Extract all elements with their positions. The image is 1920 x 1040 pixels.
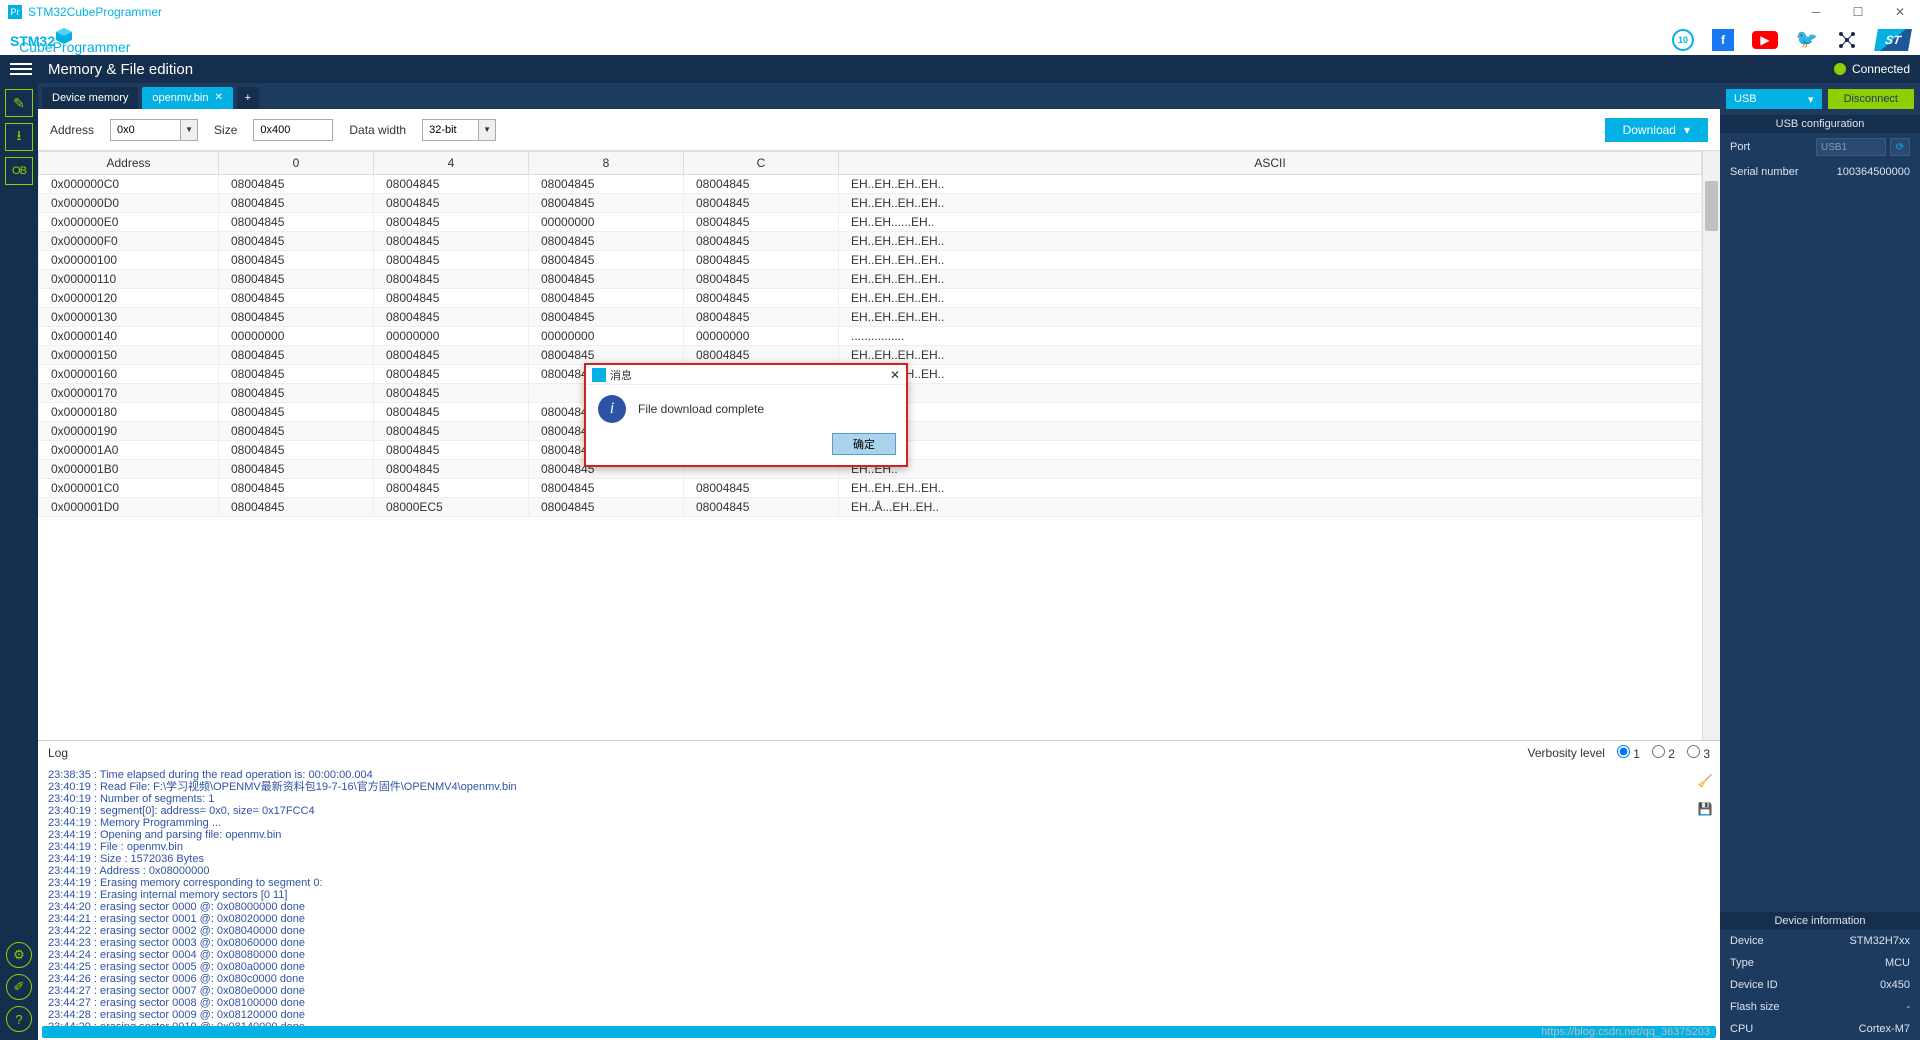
usb-config-title: USB configuration bbox=[1720, 115, 1920, 133]
chevron-down-icon: ▾ bbox=[1684, 123, 1690, 137]
log-title: Log bbox=[48, 746, 68, 760]
window-titlebar: Pr STM32CubeProgrammer ─ ☐ ✕ bbox=[0, 0, 1920, 24]
table-row[interactable]: 0x000000C0080048450800484508004845080048… bbox=[39, 175, 1702, 194]
col-0: 0 bbox=[219, 152, 374, 175]
status-indicator-icon bbox=[1834, 63, 1846, 75]
table-row[interactable]: 0x00000110080048450800484508004845080048… bbox=[39, 270, 1702, 289]
twitter-icon[interactable]: 🐦 bbox=[1796, 29, 1818, 51]
log-save-button[interactable]: 💾 bbox=[1695, 799, 1715, 819]
badge-icon[interactable]: 10 bbox=[1672, 29, 1694, 51]
sidebar-erase-button[interactable]: ✐ bbox=[6, 974, 32, 1000]
col-address: Address bbox=[39, 152, 219, 175]
width-input[interactable] bbox=[422, 119, 478, 141]
verbosity-2[interactable]: 2 bbox=[1652, 745, 1675, 761]
logo-bar: STM32 CubeProgrammer 10 f ▶ 🐦 ST bbox=[0, 24, 1920, 55]
disconnect-button[interactable]: Disconnect bbox=[1828, 89, 1914, 109]
memory-toolbar: Address ▼ Size Data width ▼ Download▾ bbox=[38, 109, 1720, 151]
sidebar: ✎ ⭳ OB ⚙ ✐ ? bbox=[0, 83, 38, 1040]
page-title: Memory & File edition bbox=[48, 61, 193, 78]
maximize-button[interactable]: ☐ bbox=[1846, 2, 1870, 22]
status-text: Connected bbox=[1852, 62, 1910, 76]
sidebar-ob-button[interactable]: OB bbox=[5, 157, 33, 185]
serial-label: Serial number bbox=[1730, 166, 1798, 178]
tab-bar: Device memory openmv.bin✕ + bbox=[38, 83, 1720, 109]
port-input[interactable] bbox=[1816, 138, 1886, 156]
table-row[interactable]: 0x00000100080048450800484508004845080048… bbox=[39, 251, 1702, 270]
dialog-ok-button[interactable]: 确定 bbox=[832, 433, 896, 455]
youtube-icon[interactable]: ▶ bbox=[1752, 31, 1778, 49]
device-info-title: Device information bbox=[1720, 912, 1920, 930]
port-label: Port bbox=[1730, 141, 1750, 153]
message-dialog: 消息 ✕ i File download complete 确定 bbox=[584, 363, 908, 467]
table-row[interactable]: 0x000000F0080048450800484508004845080048… bbox=[39, 232, 1702, 251]
window-title: STM32CubeProgrammer bbox=[28, 5, 162, 19]
port-refresh-button[interactable]: ⟳ bbox=[1890, 138, 1910, 156]
tab-file[interactable]: openmv.bin✕ bbox=[142, 87, 232, 109]
table-row[interactable]: 0x000000E0080048450800484500000000080048… bbox=[39, 213, 1702, 232]
verbosity-1[interactable]: 1 bbox=[1617, 745, 1640, 761]
verbosity-label: Verbosity level bbox=[1528, 746, 1605, 760]
width-label: Data width bbox=[349, 123, 406, 137]
size-label: Size bbox=[214, 123, 237, 137]
device-info-row: Flash size- bbox=[1720, 996, 1920, 1018]
dialog-title: 消息 bbox=[610, 367, 632, 383]
device-info-row: Device ID0x450 bbox=[1720, 974, 1920, 996]
cube-icon bbox=[55, 27, 73, 45]
table-row[interactable]: 0x00000130080048450800484508004845080048… bbox=[39, 308, 1702, 327]
address-dropdown[interactable]: ▼ bbox=[180, 119, 198, 141]
table-row[interactable]: 0x000001D00800484508000EC508004845080048… bbox=[39, 498, 1702, 517]
col-8: 8 bbox=[529, 152, 684, 175]
info-icon: i bbox=[598, 395, 626, 423]
col-4: 4 bbox=[374, 152, 529, 175]
sidebar-download-button[interactable]: ⭳ bbox=[5, 123, 33, 151]
table-row[interactable]: 0x000001C0080048450800484508004845080048… bbox=[39, 479, 1702, 498]
dialog-app-icon bbox=[592, 368, 606, 382]
col-ascii: ASCII bbox=[839, 152, 1702, 175]
close-button[interactable]: ✕ bbox=[1888, 2, 1912, 22]
device-info-row: DeviceSTM32H7xx bbox=[1720, 930, 1920, 952]
memory-scrollbar[interactable] bbox=[1702, 151, 1720, 740]
log-output[interactable]: 23:38:35 : Time elapsed during the read … bbox=[38, 765, 1690, 1026]
progress-bar bbox=[42, 1026, 1716, 1038]
page-header: Memory & File edition Connected bbox=[0, 55, 1920, 83]
verbosity-3[interactable]: 3 bbox=[1687, 745, 1710, 761]
table-row[interactable]: 0x00000150080048450800484508004845080048… bbox=[39, 346, 1702, 365]
facebook-icon[interactable]: f bbox=[1712, 29, 1734, 51]
tab-device-memory[interactable]: Device memory bbox=[42, 87, 138, 109]
dialog-close-button[interactable]: ✕ bbox=[890, 368, 900, 382]
address-input[interactable] bbox=[110, 119, 180, 141]
watermark: https://blog.csdn.net/qq_36375203 bbox=[1541, 1026, 1710, 1038]
col-c: C bbox=[684, 152, 839, 175]
address-label: Address bbox=[50, 123, 94, 137]
minimize-button[interactable]: ─ bbox=[1804, 2, 1828, 22]
device-info-row: CPUCortex-M7 bbox=[1720, 1018, 1920, 1040]
width-dropdown[interactable]: ▼ bbox=[478, 119, 496, 141]
sidebar-edit-button[interactable]: ✎ bbox=[5, 89, 33, 117]
size-input[interactable] bbox=[253, 119, 333, 141]
connection-panel: USB▾ Disconnect USB configuration Port ⟳… bbox=[1720, 83, 1920, 1040]
serial-value: 100364500000 bbox=[1837, 166, 1910, 178]
sidebar-help-button[interactable]: ? bbox=[6, 1006, 32, 1032]
interface-combo[interactable]: USB▾ bbox=[1726, 89, 1822, 109]
log-clear-button[interactable]: 🧹 bbox=[1695, 771, 1715, 791]
table-row[interactable]: 0x000000D0080048450800484508004845080048… bbox=[39, 194, 1702, 213]
download-button[interactable]: Download▾ bbox=[1605, 118, 1708, 142]
st-logo-icon[interactable]: ST bbox=[1874, 29, 1912, 51]
app-icon: Pr bbox=[8, 5, 22, 19]
table-row[interactable]: 0x00000120080048450800484508004845080048… bbox=[39, 289, 1702, 308]
share-icon[interactable] bbox=[1836, 29, 1858, 51]
device-info-row: TypeMCU bbox=[1720, 952, 1920, 974]
log-panel: Log Verbosity level 1 2 3 23:38:35 : Tim… bbox=[38, 740, 1720, 1040]
tab-close-icon[interactable]: ✕ bbox=[214, 92, 222, 103]
sidebar-chip-button[interactable]: ⚙ bbox=[6, 942, 32, 968]
table-row[interactable]: 0x00000140000000000000000000000000000000… bbox=[39, 327, 1702, 346]
menu-button[interactable] bbox=[10, 63, 32, 75]
dialog-message: File download complete bbox=[638, 402, 764, 416]
tab-add-button[interactable]: + bbox=[237, 87, 259, 109]
